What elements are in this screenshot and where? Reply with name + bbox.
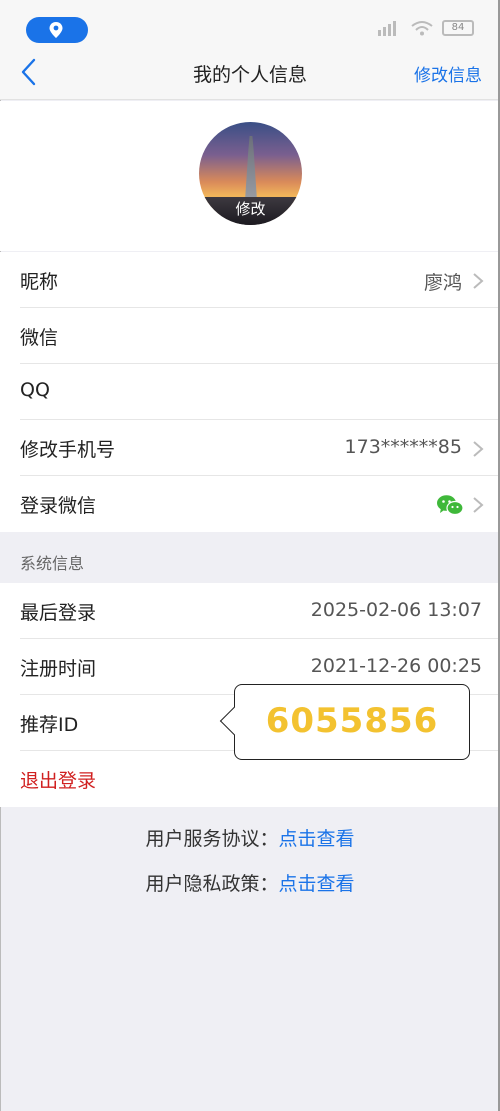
system-info-title: 系统信息: [20, 554, 85, 573]
privacy-policy-link[interactable]: 点击查看: [279, 873, 355, 895]
phone-row[interactable]: 修改手机号 173******85: [0, 420, 500, 476]
qq-label: QQ: [20, 379, 50, 401]
chevron-right-icon: [473, 273, 484, 289]
avatar[interactable]: 修改: [199, 122, 302, 225]
service-agreement-label: 用户服务协议：: [145, 828, 279, 850]
signal-icon: [378, 21, 396, 36]
battery-icon: 84: [442, 20, 474, 36]
wechat-label: 微信: [20, 327, 59, 349]
phone-label: 修改手机号: [20, 439, 116, 461]
last-login-row: 最后登录 2025-02-06 13:07: [0, 583, 500, 639]
nickname-label: 昵称: [20, 271, 59, 293]
referral-id-popup: 6055856: [219, 684, 470, 760]
service-agreement-line: 用户服务协议：点击查看: [0, 824, 500, 851]
nickname-row[interactable]: 昵称 廖鸿: [0, 252, 500, 308]
phone-value: 173******85: [344, 436, 462, 458]
wifi-icon: [411, 21, 433, 36]
chevron-right-icon: [473, 497, 484, 513]
last-login-label: 最后登录: [20, 602, 97, 624]
navbar: 我的个人信息 修改信息: [0, 44, 500, 100]
last-login-value: 2025-02-06 13:07: [310, 599, 482, 621]
system-info-header: 系统信息: [0, 532, 500, 583]
avatar-edit-label[interactable]: 修改: [199, 198, 302, 219]
wechat-login-label: 登录微信: [20, 495, 97, 517]
edit-info-button[interactable]: 修改信息: [414, 61, 482, 86]
referral-id-number: 6055856: [265, 701, 439, 741]
register-time-label: 注册时间: [20, 658, 97, 680]
wechat-icon: [437, 495, 464, 516]
wechat-login-row[interactable]: 登录微信: [0, 476, 500, 532]
location-pin-icon: [49, 22, 63, 38]
privacy-policy-line: 用户隐私政策：点击查看: [0, 869, 500, 896]
referral-id-label: 推荐ID: [20, 714, 79, 736]
wechat-row[interactable]: 微信: [0, 308, 500, 364]
register-time-value: 2021-12-26 00:25: [310, 655, 482, 677]
privacy-policy-label: 用户隐私政策：: [145, 873, 279, 895]
status-bar: 84: [0, 0, 500, 44]
chevron-right-icon: [473, 441, 484, 457]
status-icons: 84: [376, 20, 474, 36]
avatar-section: 修改: [0, 101, 500, 251]
location-indicator: [26, 17, 88, 43]
nickname-value: 廖鸿: [423, 272, 462, 294]
service-agreement-link[interactable]: 点击查看: [279, 828, 355, 850]
logout-button[interactable]: 退出登录: [20, 766, 96, 793]
qq-row[interactable]: QQ: [0, 364, 500, 420]
